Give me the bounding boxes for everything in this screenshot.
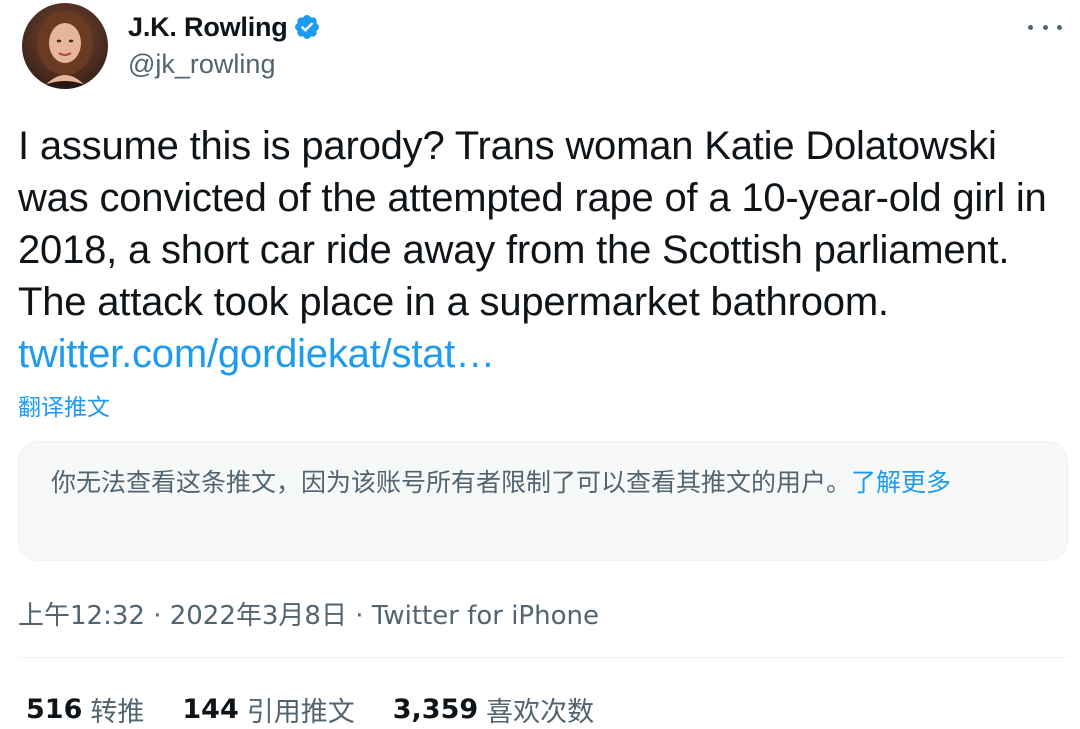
display-name-row: J.K. Rowling [128,9,321,45]
display-name[interactable]: J.K. Rowling [128,12,288,43]
tweet-stats: 516 转推 144 引用推文 3,359 喜欢次数 [26,690,632,729]
quote-message: 你无法查看这条推文，因为该账号所有者限制了可以查看其推文的用户。 [51,468,852,497]
learn-more-link[interactable]: 了解更多 [851,468,951,497]
tweet: J.K. Rowling @jk_rowling I assume this i… [0,0,1080,729]
more-horizontal-icon[interactable] [1028,17,1062,37]
tweet-text: I assume this is parody? Trans woman Kat… [18,120,1068,380]
quote-unavailable-message: 你无法查看这条推文，因为该账号所有者限制了可以查看其推文的用户。了解更多 [51,464,1041,502]
quote-tweets-count: 144 [182,694,239,725]
quote-card[interactable]: 你无法查看这条推文，因为该账号所有者限制了可以查看其推文的用户。了解更多 [18,441,1068,561]
likes-count: 3,359 [392,694,479,725]
avatar[interactable] [22,3,108,89]
retweets-stat[interactable]: 516 转推 [26,690,144,729]
tweet-timestamp[interactable]: 上午12:32 · 2022年3月8日 · Twitter for iPhone [18,595,599,632]
verified-badge-icon [293,13,321,41]
likes-stat[interactable]: 3,359 喜欢次数 [393,690,594,729]
retweets-count: 516 [26,694,83,725]
tweet-body: I assume this is parody? Trans woman Kat… [18,124,1047,324]
tweet-link[interactable]: twitter.com/gordiekat/stat… [18,332,495,376]
quote-tweets-stat[interactable]: 144 引用推文 [182,690,354,729]
author-names: J.K. Rowling @jk_rowling [128,9,321,80]
quote-tweets-label: 引用推文 [246,697,355,728]
handle[interactable]: @jk_rowling [128,49,321,80]
divider [18,657,1068,658]
translate-tweet-link[interactable]: 翻译推文 [18,388,110,422]
tweet-header: J.K. Rowling @jk_rowling [22,3,1062,93]
retweets-label: 转推 [90,697,145,728]
likes-label: 喜欢次数 [486,697,595,728]
